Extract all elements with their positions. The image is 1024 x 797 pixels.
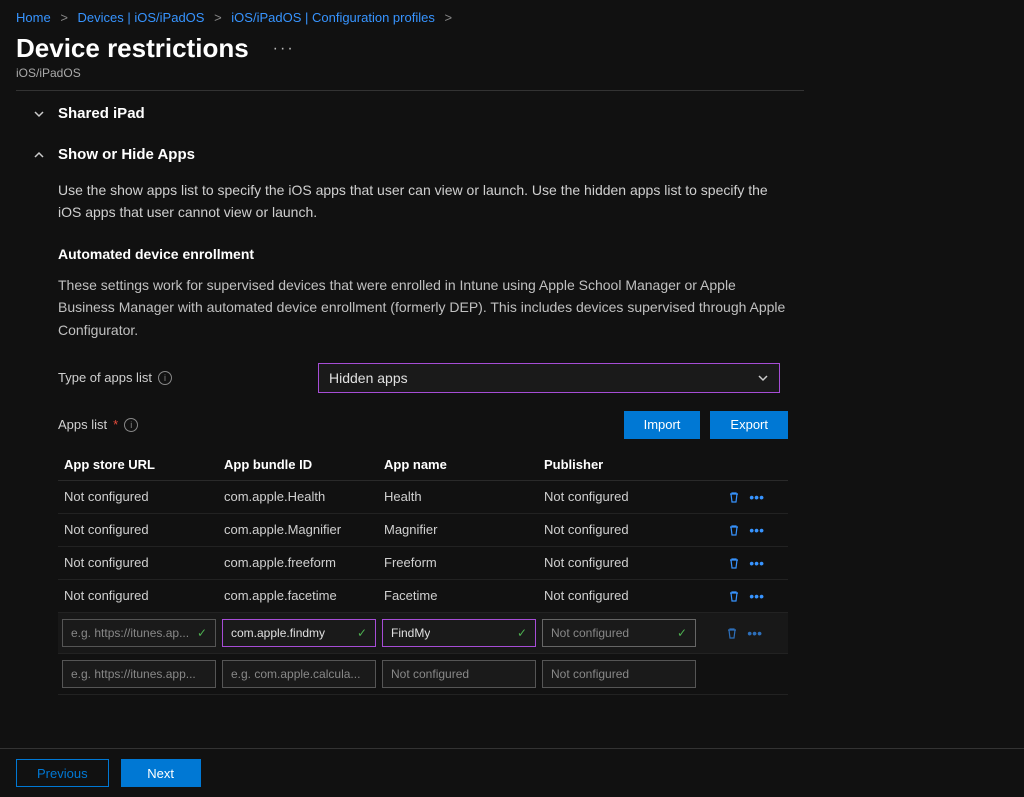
automated-enrollment-description: These settings work for supervised devic… [58,274,788,341]
col-app-store-url: App store URL [64,457,224,472]
breadcrumb-home[interactable]: Home [16,10,51,25]
col-bundle-id: App bundle ID [224,457,384,472]
breadcrumb-separator: > [214,10,222,25]
more-icon[interactable]: ••• [749,522,764,538]
cell-name: Facetime [384,588,544,603]
automated-enrollment-heading: Automated device enrollment [58,246,788,262]
cell-url: Not configured [64,522,224,537]
delete-icon[interactable] [725,626,739,640]
table-row: Not configured com.apple.facetime Faceti… [58,580,788,613]
cell-name: Freeform [384,555,544,570]
check-icon: ✓ [357,626,367,640]
table-row: Not configured com.apple.freeform Freefo… [58,547,788,580]
cell-name: Magnifier [384,522,544,537]
cell-url: Not configured [64,588,224,603]
info-icon[interactable]: i [124,418,138,432]
name-input[interactable]: Not configured [382,660,536,688]
url-input[interactable]: e.g. https://itunes.ap... ✓ [62,619,216,647]
cell-bundle: com.apple.Magnifier [224,522,384,537]
more-icon[interactable]: ••• [749,489,764,505]
cell-publisher: Not configured [544,489,704,504]
chevron-down-icon [32,107,46,121]
cell-bundle: com.apple.Health [224,489,384,504]
more-icon[interactable]: ••• [749,588,764,604]
cell-publisher: Not configured [544,522,704,537]
chevron-down-icon [757,372,769,384]
apps-list-label: Apps list [58,417,107,432]
delete-icon[interactable] [727,556,741,570]
cell-publisher: Not configured [544,588,704,603]
table-row: Not configured com.apple.Health Health N… [58,481,788,514]
previous-button[interactable]: Previous [16,759,109,787]
delete-icon[interactable] [727,589,741,603]
select-value: Hidden apps [329,370,408,386]
title-more-icon[interactable]: ··· [273,40,295,58]
import-button[interactable]: Import [624,411,701,439]
cell-bundle: com.apple.freeform [224,555,384,570]
section-label: Shared iPad [58,105,145,122]
cell-publisher: Not configured [544,555,704,570]
delete-icon[interactable] [727,490,741,504]
cell-url: Not configured [64,555,224,570]
type-of-apps-label: Type of apps list [58,370,152,385]
cell-name: Health [384,489,544,504]
more-icon[interactable]: ••• [747,625,762,641]
section-description: Use the show apps list to specify the iO… [58,179,788,224]
breadcrumb-separator: > [444,10,452,25]
breadcrumb-separator: > [60,10,68,25]
check-icon: ✓ [197,626,207,640]
delete-icon[interactable] [727,523,741,537]
breadcrumb: Home > Devices | iOS/iPadOS > iOS/iPadOS… [0,0,1024,29]
url-input[interactable]: e.g. https://itunes.app... [62,660,216,688]
bundle-input[interactable]: com.apple.findmy ✓ [222,619,376,647]
chevron-up-icon [32,148,46,162]
bundle-input[interactable]: e.g. com.apple.calcula... [222,660,376,688]
page-title: Device restrictions [16,33,249,64]
section-shared-ipad[interactable]: Shared iPad [32,91,788,132]
breadcrumb-devices[interactable]: Devices | iOS/iPadOS [78,10,205,25]
name-input[interactable]: FindMy ✓ [382,619,536,647]
cell-url: Not configured [64,489,224,504]
more-icon[interactable]: ••• [749,555,764,571]
required-indicator: * [113,417,118,432]
wizard-footer: Previous Next [0,748,1024,797]
col-publisher: Publisher [544,457,704,472]
col-app-name: App name [384,457,544,472]
check-icon: ✓ [677,626,687,640]
section-wireless[interactable]: Wireless [32,719,788,730]
next-button[interactable]: Next [121,759,201,787]
cell-bundle: com.apple.facetime [224,588,384,603]
publisher-input[interactable]: Not configured ✓ [542,619,696,647]
export-button[interactable]: Export [710,411,788,439]
check-icon: ✓ [517,626,527,640]
section-show-hide-apps[interactable]: Show or Hide Apps [32,132,788,173]
section-label: Show or Hide Apps [58,146,195,163]
table-row: Not configured com.apple.Magnifier Magni… [58,514,788,547]
table-row-new: e.g. https://itunes.app... e.g. com.appl… [58,654,788,695]
publisher-input[interactable]: Not configured [542,660,696,688]
breadcrumb-profiles[interactable]: iOS/iPadOS | Configuration profiles [231,10,435,25]
type-of-apps-select[interactable]: Hidden apps [318,363,780,393]
apps-list-table: App store URL App bundle ID App name Pub… [58,449,788,695]
table-row-editing: e.g. https://itunes.ap... ✓ com.apple.fi… [58,613,788,654]
info-icon[interactable]: i [158,371,172,385]
page-subtitle: iOS/iPadOS [0,64,1024,90]
